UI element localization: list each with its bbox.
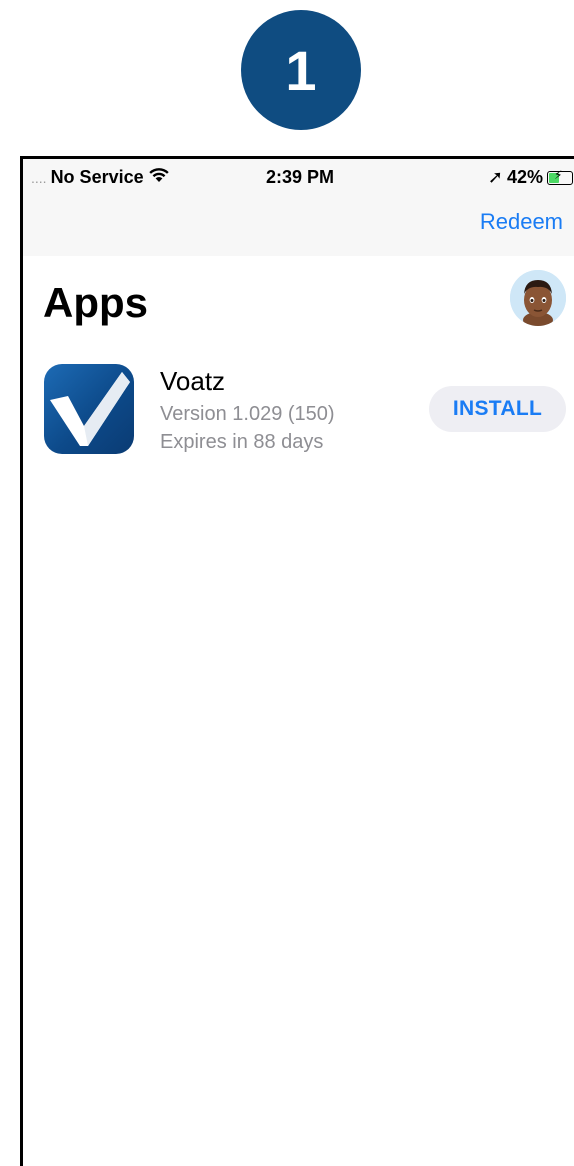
step-number-badge: 1 xyxy=(241,10,361,130)
redeem-button[interactable]: Redeem xyxy=(480,209,563,235)
page-title: Apps xyxy=(43,279,148,326)
navigation-bar: .... No Service 2:39 PM ➚ 42% ⚡ Redeem xyxy=(23,159,574,256)
location-arrow-icon: ➚ xyxy=(487,167,503,187)
voatz-checkmark-icon[interactable] xyxy=(44,364,134,454)
battery-charging-icon: ⚡ xyxy=(547,167,573,185)
app-name: Voatz xyxy=(160,366,226,396)
install-button[interactable]: INSTALL xyxy=(429,386,566,432)
status-right: ➚ 42% ⚡ xyxy=(488,167,573,188)
app-list-item: Voatz Version 1.029 (150) Expires in 88 … xyxy=(23,364,574,464)
memoji-avatar[interactable] xyxy=(510,270,566,326)
charging-bolt-icon: ⚡ xyxy=(554,167,563,182)
phone-screen: .... No Service 2:39 PM ➚ 42% ⚡ Redeem A… xyxy=(20,156,574,1166)
status-bar: .... No Service 2:39 PM ➚ 42% ⚡ xyxy=(23,159,574,195)
app-version: Version 1.029 (150) xyxy=(160,403,335,425)
battery-percent: 42% xyxy=(506,167,543,187)
app-expiry: Expires in 88 days xyxy=(160,431,324,453)
